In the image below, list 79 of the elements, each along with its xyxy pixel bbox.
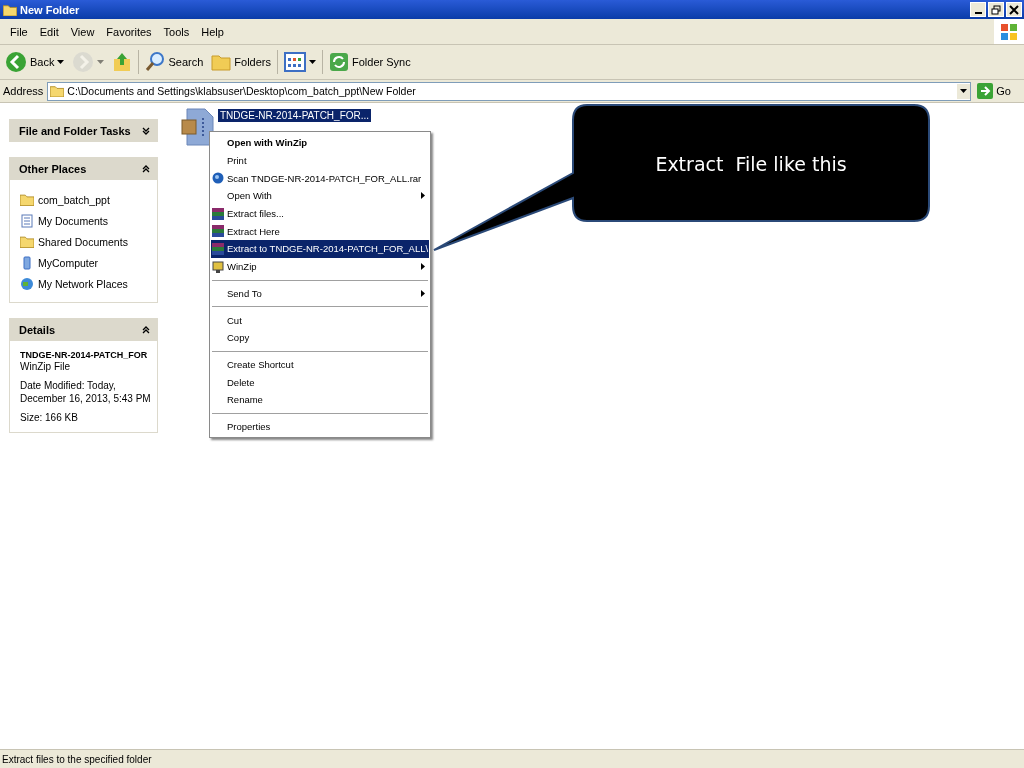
windows-logo-icon — [994, 19, 1024, 44]
place-link[interactable]: My Network Places — [20, 273, 153, 294]
place-link[interactable]: Shared Documents — [20, 231, 153, 252]
context-menu-item[interactable]: Open With — [211, 187, 429, 205]
search-icon — [145, 51, 166, 73]
submenu-arrow-icon — [421, 263, 425, 271]
restore-button[interactable] — [988, 2, 1004, 17]
folder-icon — [50, 85, 65, 97]
context-menu-item[interactable]: Open with WinZip — [211, 134, 429, 152]
address-field[interactable]: C:\Documents and Settings\klabsuser\Desktop\com_batch_ppt\New Folder — [47, 81, 972, 101]
context-menu-item[interactable]: Copy — [211, 328, 429, 347]
close-button[interactable] — [1006, 2, 1022, 17]
file-type: WinZip File — [20, 360, 71, 373]
folder-icon — [3, 3, 17, 16]
scan-icon — [212, 172, 224, 185]
menu-item[interactable]: Edit — [33, 25, 65, 38]
place-link[interactable]: My Documents — [20, 210, 153, 231]
document-icon — [20, 213, 34, 228]
context-menu-item[interactable]: Properties — [211, 417, 429, 436]
right-arrow-icon — [977, 83, 994, 99]
context-menu-item[interactable]: Extract files... — [211, 204, 429, 223]
context-menu-item[interactable]: Create Shortcut — [211, 355, 429, 374]
panel-header[interactable]: Other Places — [9, 157, 158, 180]
close-icon — [1009, 4, 1019, 15]
sync-icon — [329, 52, 349, 72]
panel-header[interactable]: File and Folder Tasks — [9, 119, 158, 142]
file-name: TNDGE-NR-2014-PATCH_FOR — [20, 350, 149, 360]
restore-icon — [991, 4, 1001, 15]
menu-item[interactable]: Tools — [157, 25, 196, 38]
context-menu-item[interactable]: Delete — [211, 373, 429, 391]
back-button[interactable]: Back — [3, 49, 67, 75]
folder-icon — [20, 235, 34, 248]
winzip-icon — [212, 260, 224, 273]
context-menu-item[interactable]: Send To — [211, 284, 429, 303]
archive-stack-icon — [212, 242, 224, 255]
menu-item[interactable]: View — [64, 25, 101, 38]
context-menu-item[interactable]: Extract to TNDGE-NR-2014-PATCH_FOR_ALL\ — [211, 240, 429, 258]
folders-button[interactable]: Folders — [209, 50, 273, 74]
archive-stack-icon — [212, 207, 224, 220]
minimize-button[interactable] — [970, 2, 986, 17]
globe-icon — [20, 276, 34, 291]
folder-icon — [211, 52, 232, 72]
status-bar: Extract files to the specified folder — [0, 749, 1024, 768]
context-menu-item[interactable]: Rename — [211, 390, 429, 409]
place-link[interactable]: com_batch_ppt — [20, 189, 153, 210]
minimize-icon — [974, 12, 982, 14]
address-label: Address — [3, 85, 44, 97]
context-menu-item[interactable]: Cut — [211, 311, 429, 329]
dropdown-button[interactable] — [957, 83, 971, 99]
date-modified: Date Modified: Today, December 16, 2013, 5:43 PM — [20, 379, 152, 405]
panel-header[interactable]: Details — [9, 318, 158, 341]
place-link[interactable]: MyComputer — [20, 252, 153, 273]
go-button[interactable]: Go — [975, 83, 1021, 99]
submenu-arrow-icon — [421, 289, 425, 297]
caret-icon — [57, 60, 65, 64]
window-title: New Folder — [20, 3, 80, 16]
views-grid-icon — [284, 52, 306, 72]
menu-item[interactable]: Favorites — [100, 25, 158, 38]
archive-file-icon[interactable] — [181, 108, 215, 146]
file-size: Size: 166 KB — [20, 411, 79, 424]
caret-icon — [97, 60, 105, 64]
folder-sync-button[interactable]: Folder Sync — [327, 50, 413, 74]
caret-icon — [960, 89, 968, 93]
context-menu-item[interactable]: Print — [211, 151, 429, 170]
search-button[interactable]: Search — [143, 49, 206, 75]
callout-text: Extract File like this — [654, 153, 848, 175]
context-menu-item[interactable]: Extract Here — [211, 222, 429, 241]
caret-icon — [309, 60, 316, 64]
folder-icon — [20, 193, 34, 206]
context-menu-item[interactable]: Scan TNDGE-NR-2014-PATCH_FOR_ALL.rar — [211, 169, 429, 188]
views-button[interactable] — [282, 50, 318, 74]
menu-item[interactable]: File — [4, 25, 34, 38]
up-folder-icon — [112, 51, 133, 73]
computer-icon — [20, 255, 34, 270]
file-name-label[interactable]: TNDGE-NR-2014-PATCH_FOR... — [218, 109, 372, 122]
menu-item[interactable]: Help — [195, 25, 230, 38]
archive-stack-icon — [212, 225, 224, 238]
submenu-arrow-icon — [421, 192, 425, 200]
context-menu-item[interactable]: WinZip — [211, 257, 429, 276]
